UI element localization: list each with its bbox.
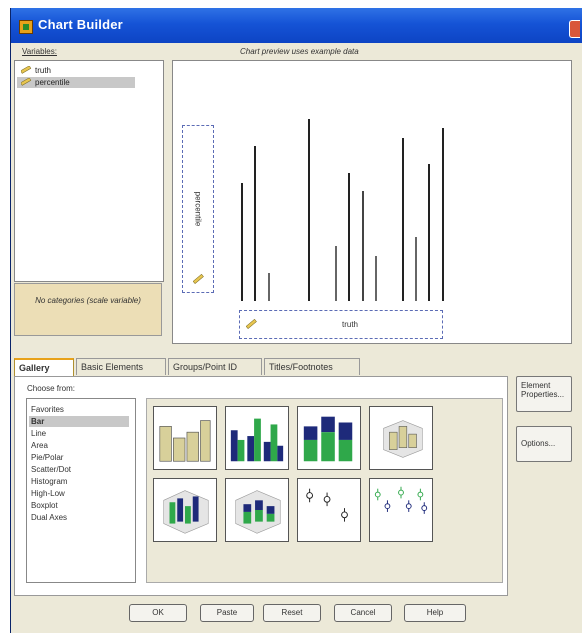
3d-clustered-bar-icon[interactable] — [153, 478, 217, 542]
ruler-icon — [246, 319, 257, 329]
chart-type-item[interactable]: Scatter/Dot — [29, 464, 129, 475]
simple-error-bar-icon[interactable] — [297, 478, 361, 542]
ruler-icon — [21, 66, 32, 74]
ok-button[interactable]: OK — [129, 604, 187, 622]
gallery-panel: Choose from: Favorites Bar Line Area Pie… — [14, 376, 508, 596]
chart-type-item[interactable]: Boxplot — [29, 500, 129, 511]
window-title: Chart Builder — [38, 17, 123, 32]
x-axis-drop-zone[interactable]: truth — [239, 310, 443, 339]
chart-preview-canvas[interactable]: percentile truth — [172, 60, 572, 344]
variables-list[interactable]: truth percentile — [14, 60, 164, 282]
variable-label: percentile — [35, 78, 70, 87]
close-button[interactable] — [569, 20, 580, 38]
variable-categories-info: No categories (scale variable) — [14, 283, 162, 336]
reset-button[interactable]: Reset — [263, 604, 321, 622]
3d-stacked-bar-icon[interactable] — [225, 478, 289, 542]
preview-label: Chart preview uses example data — [240, 47, 359, 56]
chart-type-item[interactable]: Dual Axes — [29, 512, 129, 523]
chart-type-item[interactable]: Histogram — [29, 476, 129, 487]
chart-type-item[interactable]: Pie/Polar — [29, 452, 129, 463]
chart-type-item[interactable]: Line — [29, 428, 129, 439]
variable-label: truth — [35, 66, 52, 75]
variables-label: Variables: — [22, 47, 57, 56]
clustered-error-bar-icon[interactable] — [369, 478, 433, 542]
choose-from-label: Choose from: — [27, 384, 76, 393]
chart-type-item[interactable]: Favorites — [29, 404, 129, 415]
options-button[interactable]: Options... — [516, 426, 572, 462]
tab-basic-elements[interactable]: Basic Elements — [76, 358, 166, 375]
paste-button[interactable]: Paste — [200, 604, 254, 622]
stacked-bar-icon[interactable] — [297, 406, 361, 470]
chart-type-item[interactable]: Bar — [29, 416, 129, 427]
element-properties-button[interactable]: Element Properties... — [516, 376, 572, 412]
tab-groups-point-id[interactable]: Groups/Point ID — [168, 358, 262, 375]
clustered-bar-icon[interactable] — [225, 406, 289, 470]
title-bar[interactable]: Chart Builder — [11, 8, 582, 43]
chart-builder-icon — [19, 20, 33, 34]
cancel-button[interactable]: Cancel — [334, 604, 392, 622]
x-axis-zone-label: truth — [342, 320, 359, 329]
chart-type-list[interactable]: Favorites Bar Line Area Pie/Polar Scatte… — [26, 398, 136, 583]
variable-item-truth[interactable]: truth — [17, 65, 51, 76]
example-bars — [241, 119, 444, 301]
tab-titles-footnotes[interactable]: Titles/Footnotes — [264, 358, 360, 375]
chart-type-item[interactable]: Area — [29, 440, 129, 451]
3d-bar-icon[interactable] — [369, 406, 433, 470]
variable-item-percentile[interactable]: percentile — [17, 77, 135, 88]
simple-bar-icon[interactable] — [153, 406, 217, 470]
help-button[interactable]: Help — [404, 604, 466, 622]
chart-type-item[interactable]: High-Low — [29, 488, 129, 499]
tab-gallery[interactable]: Gallery — [14, 358, 74, 376]
ruler-icon — [21, 78, 32, 86]
chart-thumbnail-grid — [146, 398, 503, 583]
